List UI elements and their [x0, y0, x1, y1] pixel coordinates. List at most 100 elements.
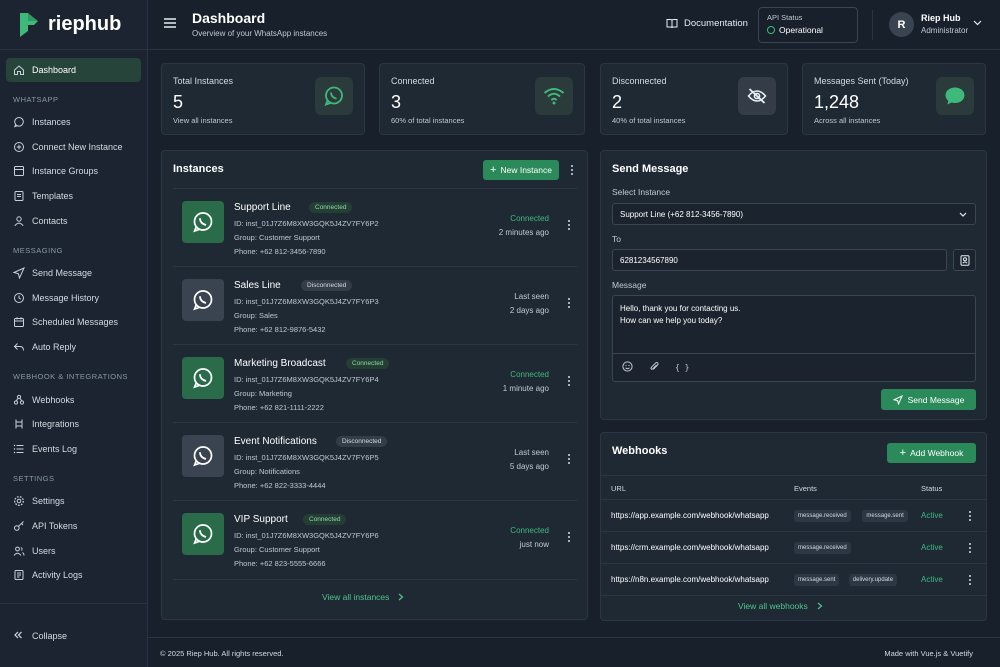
add-webhook-button[interactable]: + Add Webhook — [887, 443, 976, 463]
stat-card-total[interactable]: Total Instances 5 View all instances — [161, 63, 365, 135]
sidebar-item-events-log[interactable]: Events Log — [0, 437, 147, 462]
instance-more-icon[interactable] — [564, 375, 574, 387]
view-all-instances-link[interactable]: View all instances — [322, 592, 404, 602]
chevron-down-icon — [959, 212, 967, 217]
sidebar-item-dashboard[interactable]: Dashboard — [6, 58, 141, 82]
collapse-label: Collapse — [32, 630, 68, 641]
sidebar-item-instance-groups[interactable]: Instance Groups — [0, 159, 147, 184]
instance-select-value: Support Line (+62 812-3456-7890) — [620, 209, 743, 219]
event-chip: message.sent — [794, 574, 840, 586]
stat-card-connected[interactable]: Connected 3 60% of total instances — [379, 63, 585, 135]
instance-more-icon[interactable] — [564, 531, 574, 543]
status-dot-icon — [767, 26, 775, 34]
stat-card-disconnected[interactable]: Disconnected 2 40% of total instances — [600, 63, 788, 135]
webhook-more-icon[interactable] — [965, 574, 975, 586]
stat-sub[interactable]: View all instances — [173, 116, 232, 125]
sidebar-item-activity-logs[interactable]: Activity Logs — [0, 563, 147, 588]
instance-id: ID: inst_01J7Z6M8XW3GQK5J4ZV7FY6P2 — [234, 219, 379, 228]
menu-icon[interactable] — [163, 16, 177, 30]
sidebar-item-scheduled-messages[interactable]: Scheduled Messages — [0, 310, 147, 335]
instance-more-icon[interactable] — [564, 297, 574, 309]
to-input[interactable]: 6281234567890 — [612, 249, 947, 271]
api-status-label: API Status — [767, 13, 803, 22]
sidebar-item-label: Templates — [32, 191, 74, 202]
instance-row[interactable]: Sales Line Disconnected ID: inst_01J7Z6M8X… — [173, 266, 577, 344]
sidebar-item-message-history[interactable]: Message History — [0, 286, 147, 311]
gear-icon — [13, 495, 25, 507]
instance-status-time: 2 minutes ago — [498, 228, 549, 237]
instance-row[interactable]: Event Notifications Disconnected ID: inst_… — [173, 422, 577, 500]
instance-select[interactable]: Support Line (+62 812-3456-7890) — [612, 203, 976, 225]
documentation-link[interactable]: Documentation — [666, 18, 748, 29]
message-line: How can we help you today? — [620, 316, 723, 325]
sidebar-item-send-message[interactable]: Send Message — [0, 261, 147, 286]
instance-group: Group: Customer Support — [234, 233, 320, 242]
emoji-icon[interactable] — [622, 361, 633, 374]
whatsapp-icon — [182, 435, 224, 477]
attachment-icon[interactable] — [649, 361, 659, 374]
instance-name: Marketing Broadcast — [234, 358, 326, 369]
variables-icon[interactable]: { } — [675, 363, 689, 372]
sidebar-item-api-tokens[interactable]: API Tokens — [0, 514, 147, 539]
reply-icon — [13, 341, 25, 353]
sidebar-item-label: Scheduled Messages — [32, 317, 119, 328]
stat-label: Messages Sent (Today) — [814, 76, 909, 86]
instance-id: ID: inst_01J7Z6M8XW3GQK5J4ZV7FY6P6 — [234, 531, 379, 540]
to-input-value: 6281234567890 — [620, 255, 678, 265]
contact-picker-button[interactable] — [953, 249, 976, 271]
brand-logo[interactable]: riephub — [0, 0, 147, 50]
instance-row[interactable]: VIP Support Connected ID: inst_01J7Z6M8XW3… — [173, 500, 577, 578]
instances-title: Instances — [173, 163, 224, 175]
stat-card-messages[interactable]: Messages Sent (Today) 1,248 Across all i… — [802, 63, 986, 135]
chevrons-left-icon — [13, 630, 23, 642]
folder-icon — [13, 165, 25, 177]
instance-more-icon[interactable] — [564, 219, 574, 231]
new-instance-label: New Instance — [500, 165, 552, 175]
send-message-button[interactable]: Send Message — [881, 389, 976, 410]
webhook-row[interactable]: https://app.example.com/webhook/whatsapp… — [601, 500, 986, 532]
send-icon — [892, 394, 903, 405]
contact-book-icon — [960, 254, 969, 266]
view-all-webhooks-label: View all webhooks — [738, 601, 808, 611]
instance-row[interactable]: Support Line Connected ID: inst_01J7Z6M8XW… — [173, 188, 577, 266]
stat-label: Connected — [391, 76, 435, 86]
collapse-button[interactable]: Collapse — [0, 603, 147, 667]
sidebar-item-label: Webhooks — [32, 394, 75, 405]
sidebar-item-templates[interactable]: Templates — [0, 184, 147, 209]
message-textarea[interactable]: Hello, thank you for contacting us. How … — [612, 295, 976, 382]
sidebar-item-webhooks[interactable]: Webhooks — [0, 387, 147, 412]
calendar-icon — [13, 316, 25, 328]
instance-phone: Phone: +62 812-9876-5432 — [234, 325, 326, 334]
sidebar-item-connect-new-instance[interactable]: Connect New Instance — [0, 135, 147, 160]
top-bar: Dashboard Overview of your WhatsApp inst… — [148, 0, 1000, 50]
instance-row[interactable]: Marketing Broadcast Connected ID: inst_01J… — [173, 344, 577, 422]
view-all-instances-label: View all instances — [322, 592, 390, 602]
webhook-row[interactable]: https://n8n.example.com/webhook/whatsapp… — [601, 564, 986, 596]
chevron-down-icon[interactable] — [973, 20, 982, 26]
webhook-more-icon[interactable] — [965, 510, 975, 522]
sidebar-item-label: Instances — [32, 117, 71, 128]
new-instance-button[interactable]: + New Instance — [483, 160, 559, 180]
sidebar-item-users[interactable]: Users — [0, 538, 147, 563]
instance-status-time: 5 days ago — [509, 462, 549, 471]
sidebar-item-auto-reply[interactable]: Auto Reply — [0, 335, 147, 360]
sidebar-item-label: Events Log — [32, 443, 78, 454]
plus-icon: + — [490, 164, 497, 176]
view-all-webhooks-link[interactable]: View all webhooks — [738, 601, 823, 611]
instances-more-icon[interactable] — [567, 164, 577, 176]
webhook-more-icon[interactable] — [965, 542, 975, 554]
instance-more-icon[interactable] — [564, 453, 574, 465]
sidebar-item-settings[interactable]: Settings — [0, 489, 147, 514]
instances-panel: Instances + New Instance Support Line Con… — [161, 150, 588, 620]
user-menu[interactable]: Riep Hub Administrator — [921, 13, 968, 35]
sidebar-item-contacts[interactable]: Contacts — [0, 208, 147, 233]
avatar[interactable]: R — [889, 12, 914, 37]
sidebar-item-instances[interactable]: Instances — [0, 110, 147, 135]
event-chip: message.received — [794, 542, 851, 554]
send-message-panel: Send Message Select Instance Support Lin… — [600, 150, 987, 420]
sidebar-nav: Dashboard WHATSAPP Instances Connect New In… — [0, 50, 147, 588]
sidebar-item-integrations[interactable]: Integrations — [0, 412, 147, 437]
webhooks-table-header: URL Events Status — [601, 475, 986, 500]
webhook-row[interactable]: https://crm.example.com/webhook/whatsapp… — [601, 532, 986, 564]
api-status-value: Operational — [779, 25, 823, 35]
